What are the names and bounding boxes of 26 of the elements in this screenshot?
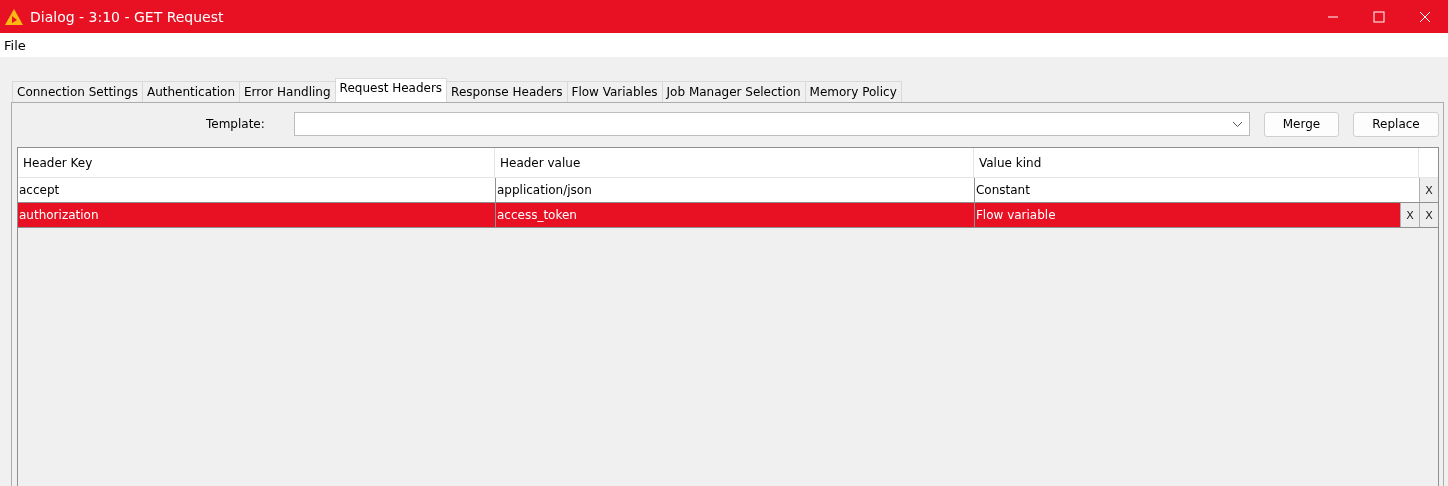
column-header[interactable]: Value kind [973,148,1420,178]
remove-button[interactable]: X [1419,203,1438,227]
tab[interactable]: Response Headers [446,81,568,102]
remove-button[interactable]: X [1419,178,1438,202]
table-cell[interactable]: authorization [18,203,495,228]
table-cell[interactable]: Constant [973,178,1419,203]
window-title: Dialog - 3:10 - GET Request [30,8,225,25]
tab[interactable]: Memory Policy [804,81,902,102]
table-cell[interactable]: Flow variable [973,203,1400,228]
column-header[interactable]: Header value [495,148,974,178]
table-cell[interactable]: application/json [495,178,974,203]
remove-button[interactable]: X [1400,203,1419,227]
menu-item[interactable]: File [3,37,27,53]
table-cell[interactable]: access_token [494,203,974,228]
chevron-down-icon [1232,120,1243,128]
tab[interactable]: Request Headers [334,78,448,102]
tab[interactable]: Connection Settings [12,81,143,102]
tab[interactable]: Error Handling [239,81,336,102]
tab[interactable]: Job Manager Selection [661,81,806,102]
template-dropdown[interactable] [294,112,1250,136]
table-cell[interactable]: accept [18,178,495,203]
merge-button[interactable]: Merge [1264,111,1339,137]
replace-button[interactable]: Replace [1353,111,1439,137]
column-header[interactable]: Header Key [18,148,495,178]
template-label: Template: [206,117,266,131]
app-logo-icon [4,7,24,26]
